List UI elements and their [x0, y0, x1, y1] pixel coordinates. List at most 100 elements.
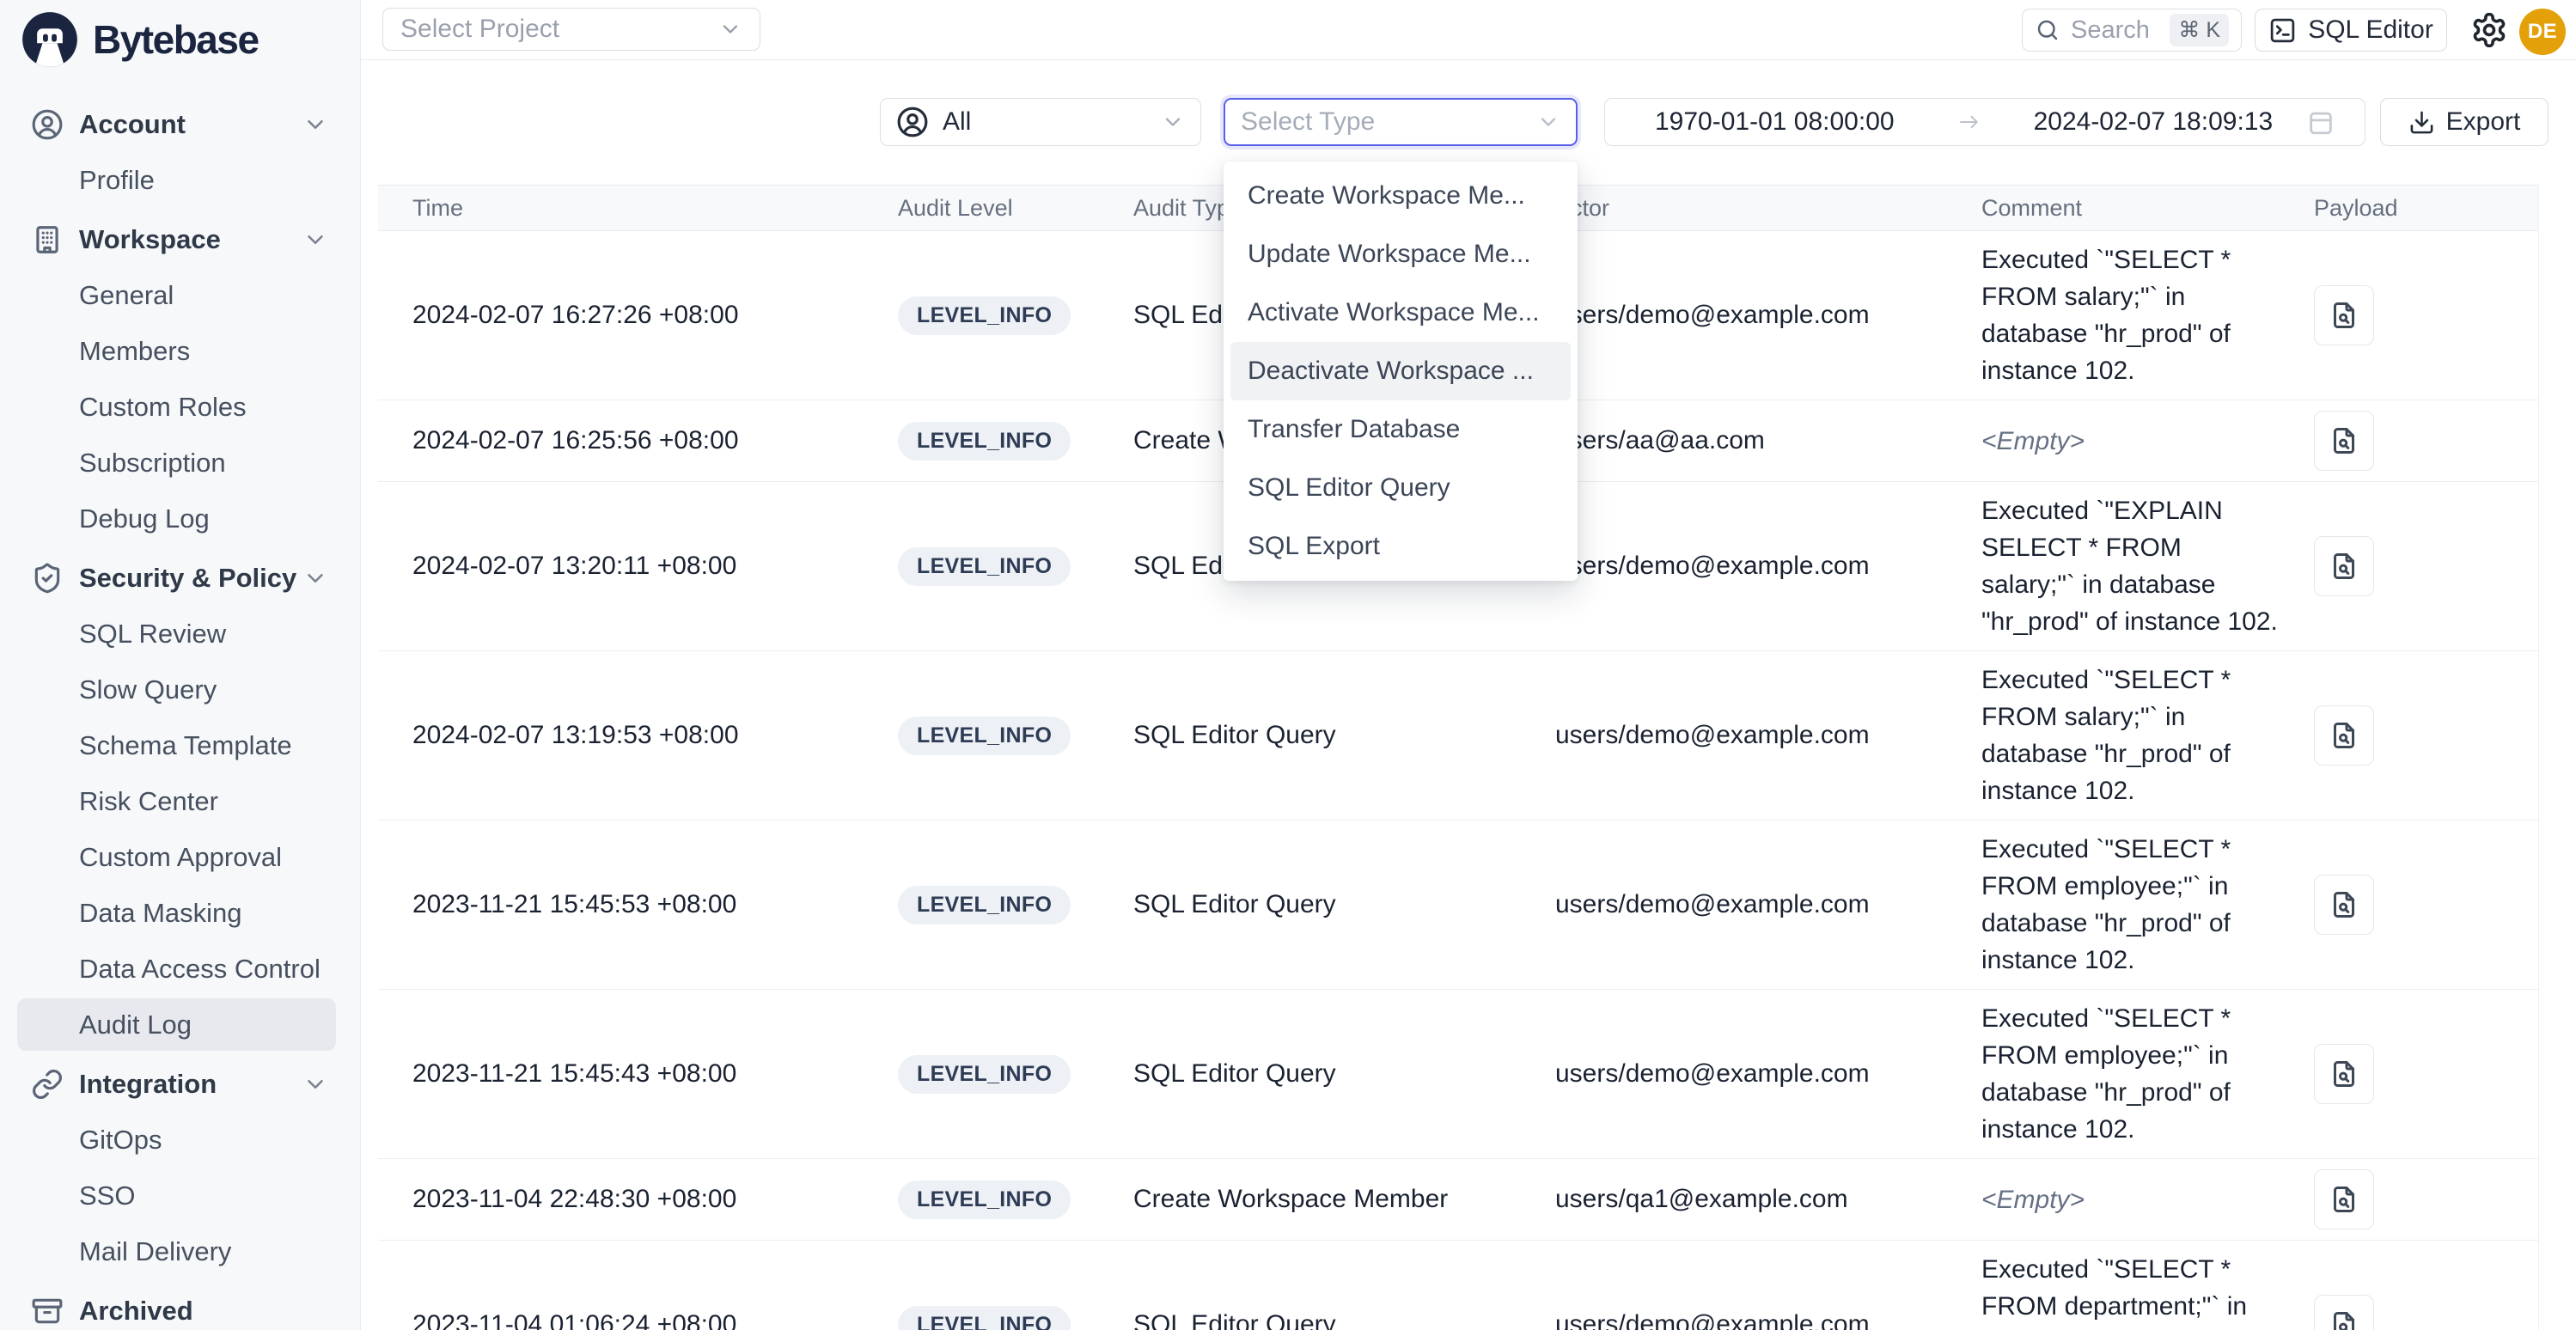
cell-audit-level: LEVEL_INFO [898, 296, 1133, 335]
cell-payload [2302, 1169, 2539, 1229]
payload-view-button[interactable] [2314, 875, 2374, 935]
sidebar-item-workspace[interactable]: Workspace [0, 211, 360, 267]
cell-actor: users/demo@example.com [1555, 552, 1981, 581]
sql-editor-button[interactable]: SQL Editor [2255, 9, 2447, 52]
brand-logo[interactable]: Bytebase [21, 10, 259, 69]
cell-payload [2302, 875, 2539, 935]
date-range-picker[interactable]: 1970-01-01 08:00:00 2024-02-07 18:09:13 [1604, 98, 2365, 146]
sidebar-item-members[interactable]: Members [0, 323, 360, 379]
sidebar-item-data-masking[interactable]: Data Masking [0, 885, 360, 941]
file-search-icon [2329, 1059, 2359, 1089]
cell-time: 2024-02-07 13:19:53 +08:00 [378, 721, 898, 750]
avatar[interactable]: DE [2519, 9, 2566, 55]
search-input[interactable]: Search ⌘ K [2022, 9, 2242, 52]
cell-comment: Executed `"EXPLAIN SELECT * FROM salary;… [1981, 492, 2302, 640]
type-menu-item-activate-workspace-me[interactable]: Activate Workspace Me... [1230, 284, 1571, 342]
actor-filter-select[interactable]: All [880, 98, 1201, 146]
sidebar-item-profile[interactable]: Profile [0, 152, 360, 208]
sidebar-item-sql-review[interactable]: SQL Review [0, 606, 360, 662]
sidebar-item-risk-center[interactable]: Risk Center [0, 773, 360, 829]
comment-text: Executed `"SELECT * FROM department;"` i… [1981, 1255, 2247, 1330]
sidebar-item-label: GitOps [79, 1125, 162, 1156]
type-filter-placeholder: Select Type [1241, 107, 1375, 137]
cell-audit-level: LEVEL_INFO [898, 886, 1133, 924]
file-search-icon [2329, 425, 2359, 456]
sidebar-item-label: Custom Roles [79, 392, 247, 423]
sidebar-item-custom-roles[interactable]: Custom Roles [0, 379, 360, 435]
payload-view-button[interactable] [2314, 285, 2374, 345]
cell-audit-level: LEVEL_INFO [898, 1306, 1133, 1330]
download-icon [2408, 109, 2435, 136]
sidebar-item-sso[interactable]: SSO [0, 1168, 360, 1223]
sidebar-item-audit-log[interactable]: Audit Log [0, 997, 360, 1052]
sidebar-item-subscription[interactable]: Subscription [0, 435, 360, 491]
level-badge: LEVEL_INFO [898, 547, 1071, 586]
cell-audit-type: SQL Editor Query [1133, 1059, 1555, 1089]
type-filter-select[interactable]: Select Type [1224, 98, 1578, 146]
type-menu-item-create-workspace-me[interactable]: Create Workspace Me... [1230, 167, 1571, 225]
payload-view-button[interactable] [2314, 1044, 2374, 1104]
link-icon [31, 1068, 64, 1101]
sidebar-item-label: Schema Template [79, 730, 292, 761]
cell-audit-level: LEVEL_INFO [898, 717, 1133, 755]
type-menu-item-update-workspace-me[interactable]: Update Workspace Me... [1230, 225, 1571, 284]
sidebar-item-schema-template[interactable]: Schema Template [0, 717, 360, 773]
sidebar-item-general[interactable]: General [0, 267, 360, 323]
cell-time: 2023-11-04 22:48:30 +08:00 [378, 1185, 898, 1214]
cell-payload [2302, 536, 2539, 596]
cell-time: 2023-11-21 15:45:53 +08:00 [378, 890, 898, 919]
column-header-time: Time [378, 195, 898, 222]
type-menu-item-deactivate-workspace[interactable]: Deactivate Workspace ... [1230, 342, 1571, 400]
sidebar-item-label: Mail Delivery [79, 1236, 231, 1267]
sidebar-item-slow-query[interactable]: Slow Query [0, 662, 360, 717]
sidebar-item-label: Members [79, 336, 190, 367]
sidebar-item-debug-log[interactable]: Debug Log [0, 491, 360, 546]
column-header-actor: Actor [1555, 195, 1981, 222]
bytebase-logo-icon [21, 10, 79, 69]
comment-text: Executed `"SELECT * FROM employee;"` in … [1981, 835, 2231, 974]
payload-view-button[interactable] [2314, 411, 2374, 471]
sidebar-item-label: Security & Policy [79, 563, 296, 594]
table-row: 2024-02-07 13:19:53 +08:00LEVEL_INFOSQL … [378, 651, 2538, 821]
column-header-comment: Comment [1981, 190, 2302, 227]
sidebar-item-mail-delivery[interactable]: Mail Delivery [0, 1223, 360, 1279]
building-icon [31, 223, 64, 256]
sidebar-item-archived[interactable]: Archived [0, 1283, 360, 1330]
type-menu-item-sql-export[interactable]: SQL Export [1230, 517, 1571, 576]
payload-view-button[interactable] [2314, 536, 2374, 596]
chevron-down-icon [302, 565, 328, 591]
cell-time: 2023-11-21 15:45:43 +08:00 [378, 1059, 898, 1089]
column-header-audit-level: Audit Level [898, 195, 1133, 222]
sidebar-item-security-policy[interactable]: Security & Policy [0, 550, 360, 606]
comment-text: Executed `"EXPLAIN SELECT * FROM salary;… [1981, 497, 2278, 636]
sidebar-item-integration[interactable]: Integration [0, 1056, 360, 1112]
file-search-icon [2329, 1309, 2359, 1330]
topbar: Select Project Search ⌘ K SQL Editor DE [361, 0, 2576, 60]
sidebar-item-label: Integration [79, 1069, 217, 1100]
sidebar-item-label: Archived [79, 1296, 193, 1327]
table-row: 2023-11-04 22:48:30 +08:00LEVEL_INFOCrea… [378, 1159, 2538, 1241]
sidebar-nav: AccountProfileWorkspace General Members Cus… [0, 93, 360, 1330]
cell-actor: users/demo@example.com [1555, 890, 1981, 919]
sidebar-item-gitops[interactable]: GitOps [0, 1112, 360, 1168]
sidebar-item-data-access-control[interactable]: Data Access Control [0, 941, 360, 997]
sidebar-item-account[interactable]: Account [0, 96, 360, 152]
payload-view-button[interactable] [2314, 705, 2374, 766]
sidebar-item-label: Audit Log [79, 1010, 192, 1040]
payload-view-button[interactable] [2314, 1169, 2374, 1229]
sidebar-item-custom-approval[interactable]: Custom Approval [0, 829, 360, 885]
select-project-dropdown[interactable]: Select Project [382, 8, 760, 51]
file-search-icon [2329, 1184, 2359, 1215]
sidebar-item-label: General [79, 280, 174, 311]
level-badge: LEVEL_INFO [898, 717, 1071, 755]
type-menu-item-sql-editor-query[interactable]: SQL Editor Query [1230, 459, 1571, 517]
search-icon [2035, 17, 2060, 43]
cell-audit-level: LEVEL_INFO [898, 1181, 1133, 1219]
sidebar-item-label: Data Access Control [79, 954, 320, 985]
type-filter-menu: Create Workspace Me...Update Workspace M… [1224, 162, 1578, 581]
payload-view-button[interactable] [2314, 1295, 2374, 1330]
cell-actor: users/demo@example.com [1555, 721, 1981, 750]
gear-icon[interactable] [2470, 11, 2508, 49]
type-menu-item-transfer-database[interactable]: Transfer Database [1230, 400, 1571, 459]
export-button[interactable]: Export [2380, 98, 2549, 146]
